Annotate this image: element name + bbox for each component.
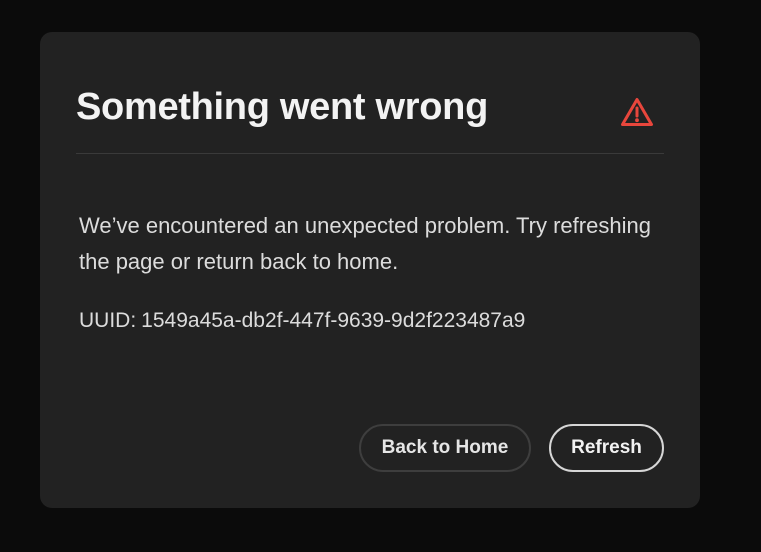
uuid-line: UUID: 1549a45a-db2f-447f-9639-9d2f223487a…: [79, 306, 525, 336]
alert-triangle-icon: [620, 96, 654, 128]
back-to-home-button[interactable]: Back to Home: [359, 424, 531, 472]
uuid-value: 1549a45a-db2f-447f-9639-9d2f223487a9: [141, 309, 526, 332]
refresh-button[interactable]: Refresh: [549, 424, 664, 472]
title-divider: [76, 153, 664, 154]
uuid-label: UUID:: [79, 309, 137, 332]
error-message: We’ve encountered an unexpected problem.…: [79, 213, 651, 274]
error-dialog: Something went wrong We’ve encountered a…: [40, 32, 700, 508]
dialog-title: Something went wrong: [76, 86, 488, 128]
